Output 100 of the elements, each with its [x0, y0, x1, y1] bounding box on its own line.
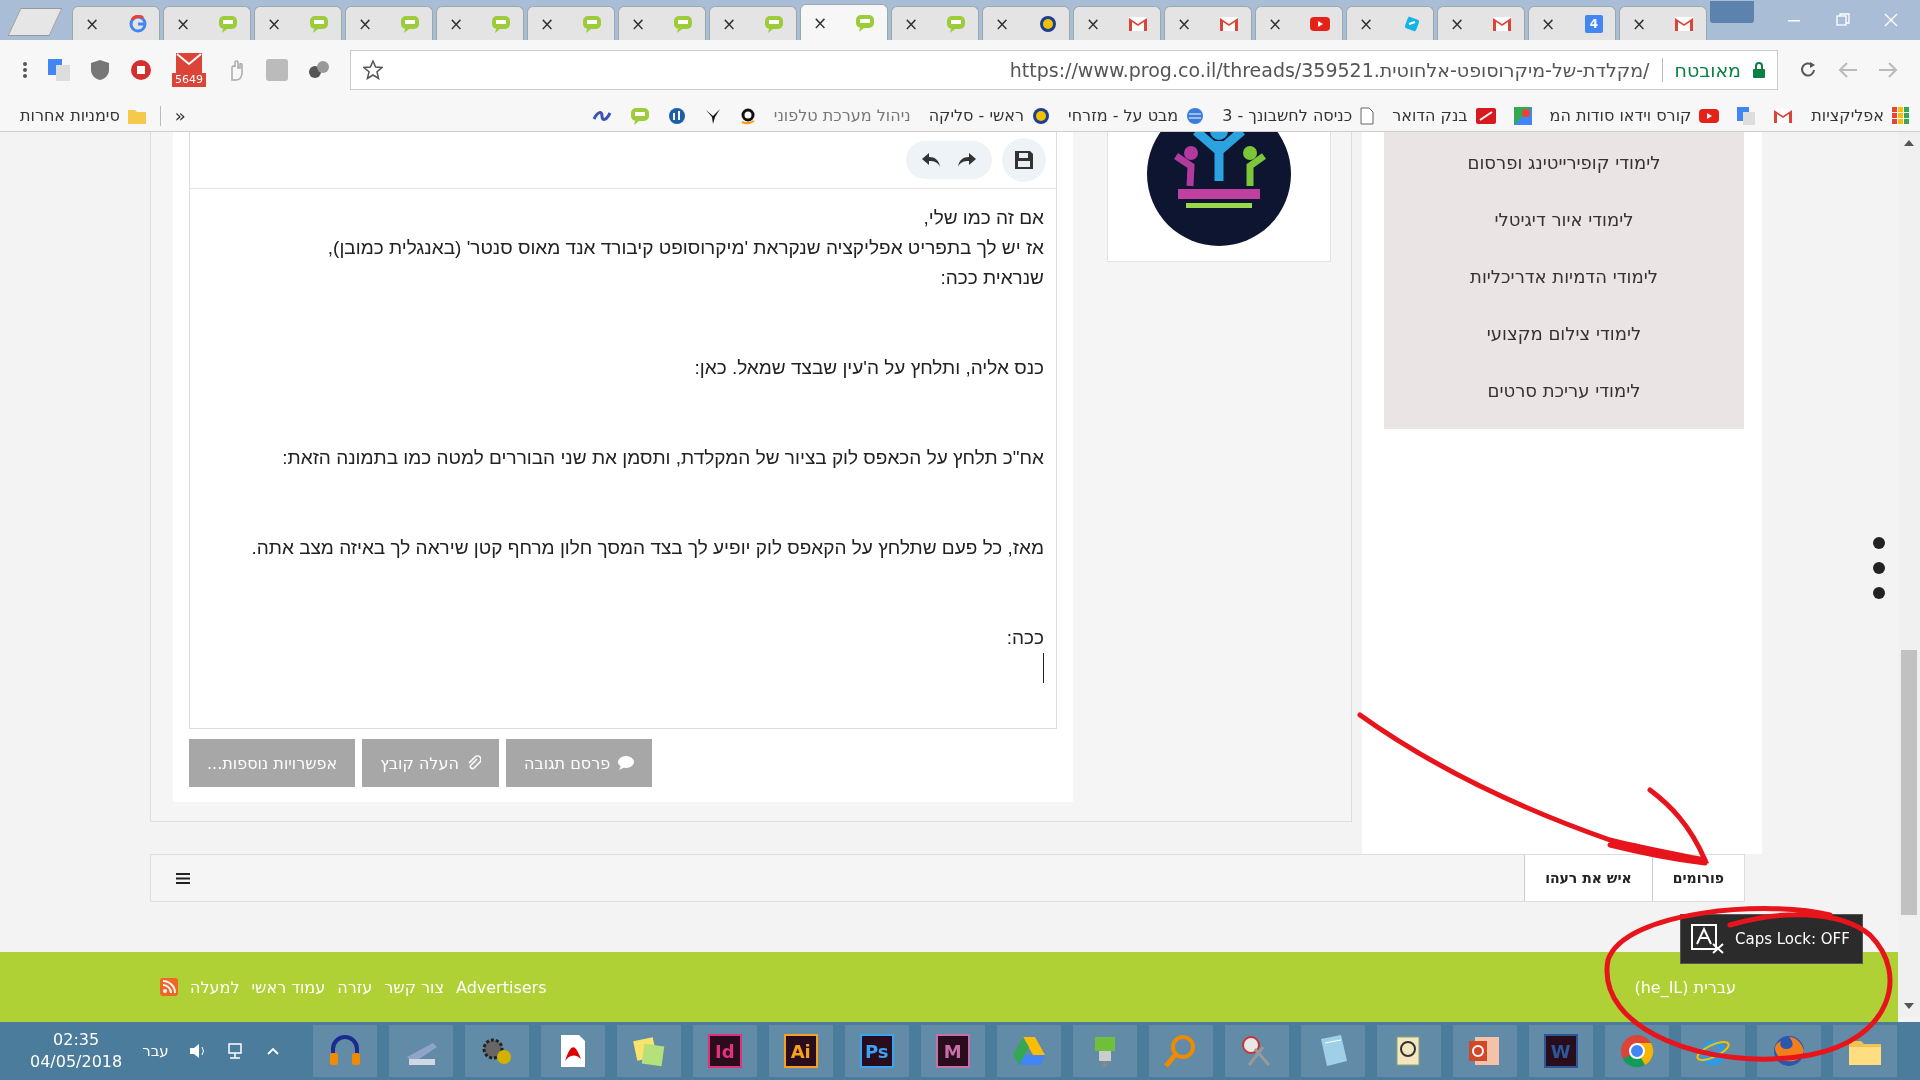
tab-close-button[interactable]: × [85, 13, 100, 34]
tab-close-button[interactable]: × [813, 12, 828, 33]
browser-tab[interactable]: × [1437, 6, 1525, 40]
browser-tab[interactable]: × [527, 6, 615, 40]
address-bar[interactable]: https://www.prog.co.il/threads/359521.מקלדת-של-מיקרוסופט-אלחוטית/ מאובטח [350, 50, 1778, 90]
swirl-icon[interactable] [591, 108, 612, 123]
app-letter-icon[interactable]: Id [707, 1034, 742, 1068]
bookmark-item[interactable]: קורס וידאו סודות המ [1549, 106, 1720, 125]
scroll-down-icon[interactable] [1904, 1003, 1914, 1009]
editor-text-line: אז יש לך בתפריט אפליקציה שנקראת 'מיקרוסופט קיבורד אנד מאוס סנטר' (באנגלית כמובן), [327, 236, 1044, 260]
editor-text-line: ככה: [1006, 626, 1044, 650]
paperclip-icon [466, 755, 481, 771]
menu-icon[interactable] [176, 872, 190, 884]
round-emblem-icon [1039, 14, 1057, 33]
course-link[interactable]: לימודי עריכת סרטים [1487, 362, 1641, 419]
browser-tab[interactable]: × [618, 6, 706, 40]
tab-close-button[interactable]: × [540, 13, 555, 34]
undo-icon[interactable] [920, 151, 942, 169]
caps-lock-status: Caps Lock: OFF [1735, 930, 1850, 948]
tab-close-button[interactable]: × [1268, 13, 1283, 34]
folder-icon [127, 107, 146, 124]
page-dot[interactable] [1873, 537, 1885, 549]
browser-tab[interactable]: × [1346, 6, 1434, 40]
browser-tab[interactable]: × [72, 6, 160, 40]
tab-close-button[interactable]: × [449, 13, 464, 34]
bookmark-star-icon[interactable] [363, 60, 383, 80]
clock-date: 04/05/2018 [30, 1051, 123, 1073]
tab-close-button[interactable]: × [722, 13, 737, 34]
tab-close-button[interactable]: × [1177, 13, 1192, 34]
bookmark-item[interactable]: מבט על - מזרחי [1068, 106, 1205, 125]
browser-tab[interactable]: × [982, 6, 1070, 40]
tab-close-button[interactable]: × [1541, 13, 1556, 34]
envelope-icon[interactable] [176, 53, 202, 73]
calendar-date-icon: 4 [1585, 14, 1603, 33]
record-icon[interactable] [130, 59, 152, 81]
clock[interactable]: 02:35 04/05/2018 [30, 1029, 123, 1073]
browser-tab[interactable]: × [1619, 6, 1707, 40]
bookmark-item[interactable]: כניסה לחשבונך - 3 [1222, 106, 1375, 125]
balls-icon[interactable] [308, 59, 330, 81]
tab-close-button[interactable]: × [1632, 13, 1647, 34]
redo-icon[interactable] [956, 151, 978, 169]
tab-close-button[interactable]: × [631, 13, 646, 34]
page-dot[interactable] [1873, 562, 1885, 574]
tab-close-button[interactable]: × [267, 13, 282, 34]
app-letter-icon[interactable]: M [935, 1034, 970, 1068]
speaker-icon[interactable] [188, 1042, 207, 1060]
bookmark-item[interactable]: סימניות אחרות [20, 106, 146, 125]
browser-tab[interactable]: × [891, 6, 979, 40]
save-button[interactable] [1002, 138, 1046, 182]
browser-tab[interactable]: × [163, 6, 251, 40]
card-slash-icon [1475, 107, 1496, 124]
scroll-up-icon[interactable] [1904, 140, 1914, 146]
tab-close-button[interactable]: × [358, 13, 373, 34]
more-bookmarks-button[interactable]: » [174, 105, 186, 126]
tab-close-button[interactable]: × [995, 13, 1010, 34]
page-dot[interactable] [1873, 587, 1885, 599]
tab-close-button[interactable]: × [904, 13, 919, 34]
browser-tab[interactable]: × [345, 6, 433, 40]
chart-circle-icon[interactable] [667, 106, 686, 125]
tab-close-button[interactable]: × [1359, 13, 1374, 34]
browser-tab[interactable]: × 4 [1528, 6, 1616, 40]
envelope-m-icon[interactable] [1773, 107, 1794, 124]
bookmark-item[interactable]: ראשי - סליקה [928, 106, 1051, 125]
speech-bubble-logo-icon [491, 14, 511, 33]
course-link[interactable]: לימודי הדמיות אדריכליות [1470, 248, 1658, 305]
bookmark-item[interactable]: בנק הדואר [1392, 106, 1496, 125]
browser-tab[interactable]: × [1073, 6, 1161, 40]
app-letter-icon[interactable]: Ps [859, 1034, 894, 1068]
app-letter-icon[interactable]: Ai [783, 1034, 818, 1068]
browser-tab[interactable]: × [1255, 6, 1343, 40]
google-icon [129, 14, 147, 33]
translate-icon[interactable] [1737, 106, 1756, 125]
bookmark-item[interactable]: ניהול מערכת טלפוני [773, 106, 911, 125]
course-link[interactable]: לימודי צילום מקצועי [1486, 305, 1642, 362]
lock-icon [1753, 62, 1765, 78]
rss-icon[interactable] [160, 978, 178, 996]
breadcrumb-link[interactable]: איש את רעהו [1524, 855, 1652, 901]
amazon-a-icon[interactable] [739, 106, 756, 125]
browser-tab[interactable]: × [436, 6, 524, 40]
course-link[interactable]: לימודי קופירייטינג ופרסום [1467, 134, 1661, 191]
speech-bubble-logo-icon [946, 14, 966, 33]
course-link[interactable]: לימודי איור דיגיטלי [1494, 191, 1634, 248]
tab-close-button[interactable]: × [1086, 13, 1101, 34]
shield-icon[interactable] [90, 59, 110, 81]
chevron-up-icon[interactable] [266, 1047, 279, 1055]
browser-tab[interactable]: × [254, 6, 342, 40]
browser-tab[interactable]: × [709, 6, 797, 40]
browser-tab[interactable]: × [1164, 6, 1252, 40]
bookmark-item[interactable]: אפליקציות [1811, 106, 1910, 125]
input-language[interactable]: עבר [142, 1042, 169, 1060]
map-pin-icon[interactable] [1513, 106, 1532, 125]
page-icon [1360, 106, 1375, 125]
translate-icon[interactable] [48, 59, 70, 81]
more-menu-icon[interactable] [22, 61, 28, 79]
browser-tab[interactable]: × [800, 4, 888, 40]
chrome-icon[interactable] [1618, 1033, 1655, 1069]
speech-bubble-logo-icon [764, 14, 784, 33]
tab-close-button[interactable]: × [176, 13, 191, 34]
tab-close-button[interactable]: × [1450, 13, 1465, 34]
scrollbar-thumb[interactable] [1901, 650, 1917, 915]
